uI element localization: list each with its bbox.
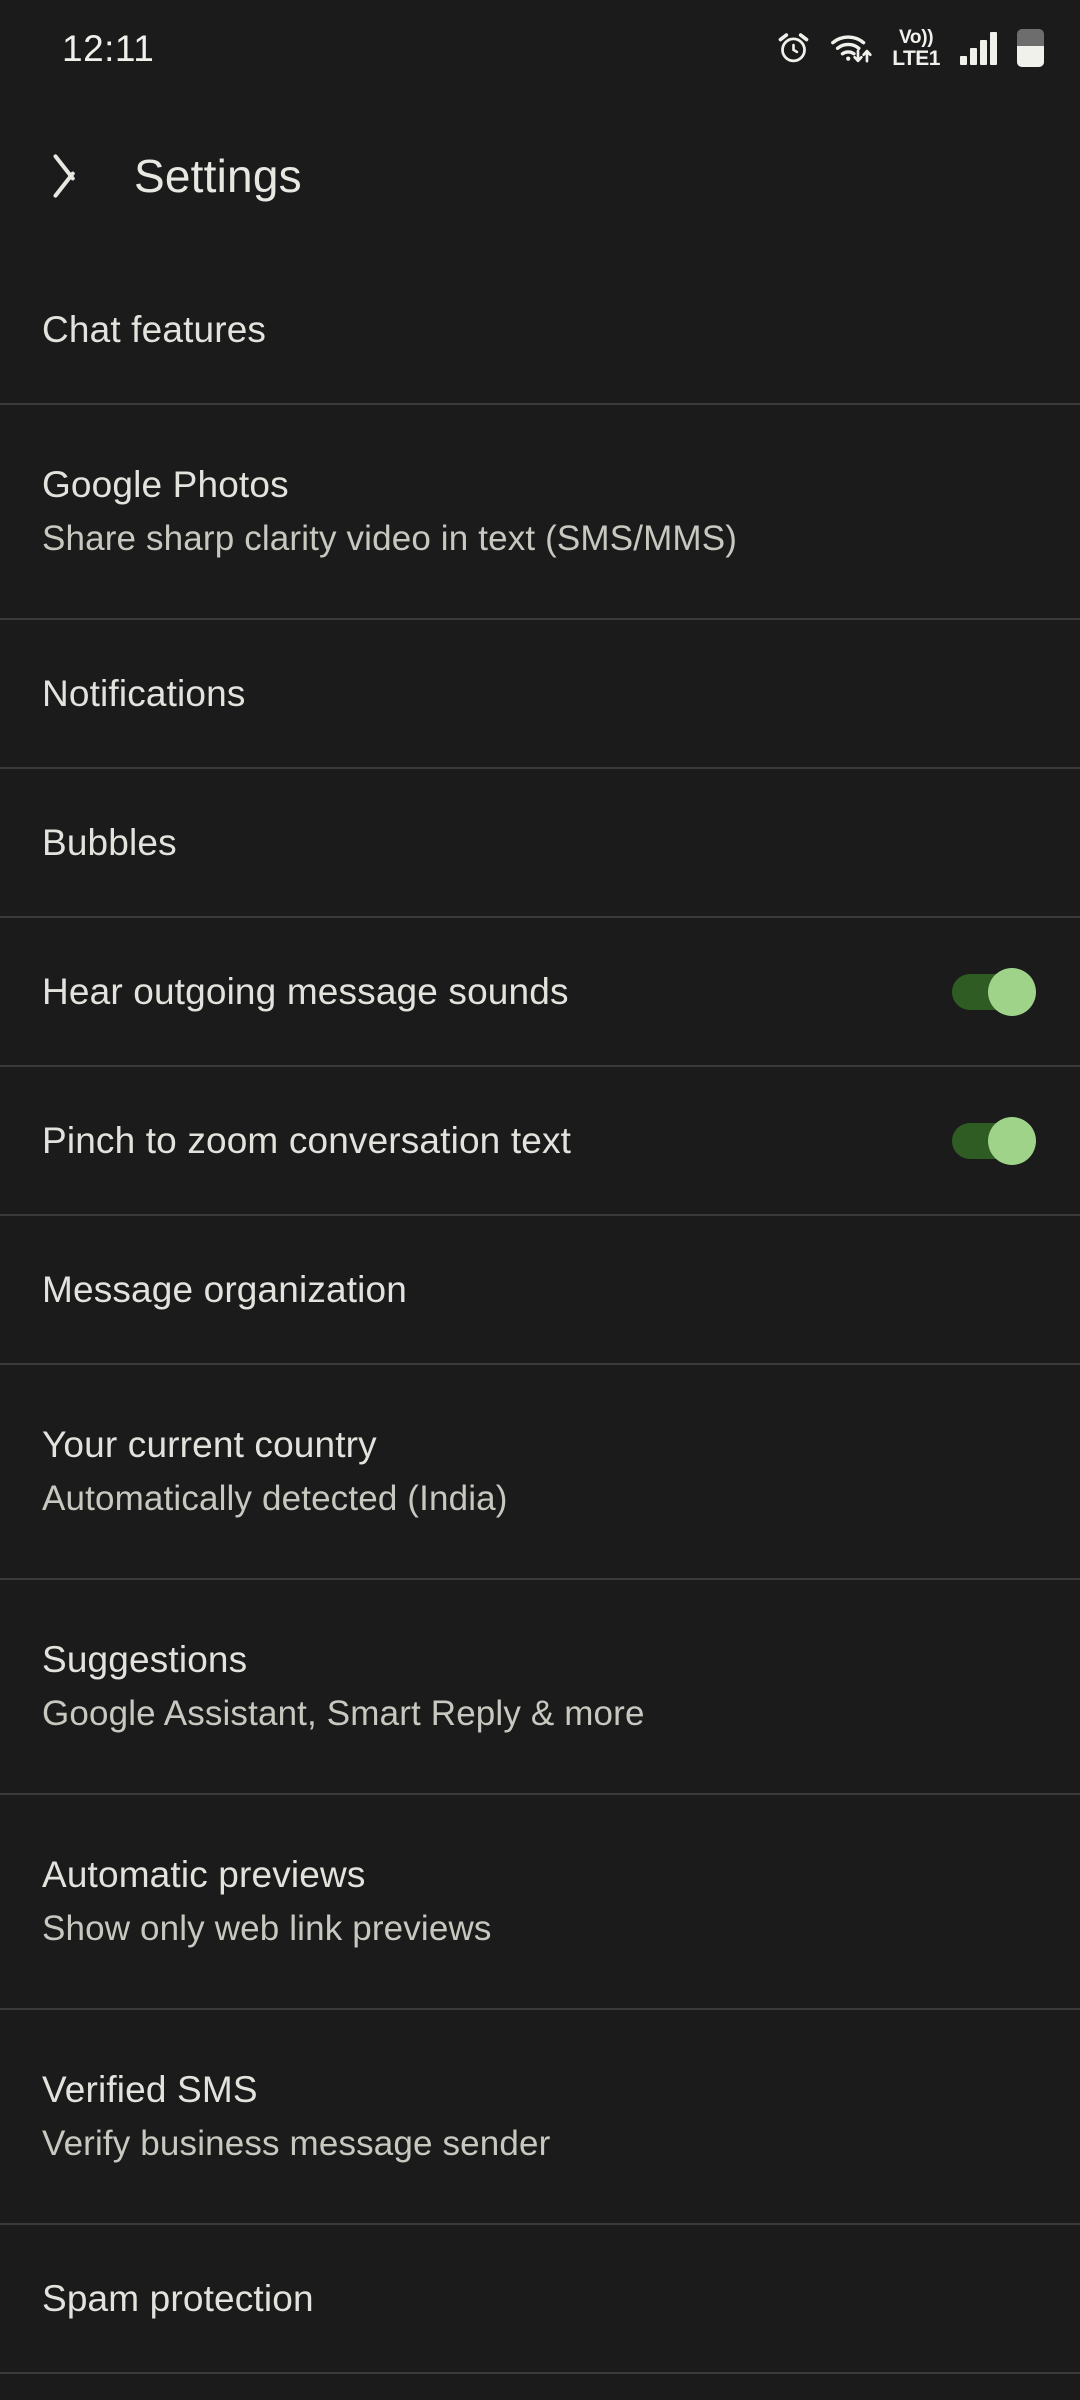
settings-row[interactable]: Hear outgoing message sounds bbox=[0, 918, 1080, 1065]
settings-row[interactable]: Bubbles bbox=[0, 769, 1080, 916]
settings-row-texts: Automatic previews Show only web link pre… bbox=[42, 1853, 492, 1950]
phone-screen: 12:11 Vo)) LTE1 Settings Chat features G… bbox=[0, 0, 1080, 2400]
settings-row[interactable]: Message organization bbox=[0, 1216, 1080, 1363]
volte-line2: LTE1 bbox=[892, 46, 940, 70]
settings-row-title: Google Photos bbox=[42, 464, 289, 506]
settings-row-texts: Google Photos Share sharp clarity video i… bbox=[42, 463, 737, 560]
settings-row-texts: Pinch to zoom conversation text bbox=[42, 1119, 571, 1163]
settings-row-title: Bubbles bbox=[42, 821, 177, 863]
settings-row-title: Spam protection bbox=[42, 2277, 314, 2319]
status-bar: 12:11 Vo)) LTE1 bbox=[0, 0, 1080, 96]
signal-icon bbox=[960, 31, 997, 65]
settings-row-texts: Message organization bbox=[42, 1268, 407, 1312]
settings-row-texts: Bubbles bbox=[42, 821, 177, 865]
settings-list: Chat features Google Photos Share sharp cl… bbox=[0, 256, 1080, 2374]
settings-row-subtitle: Show only web link previews bbox=[42, 1908, 492, 1948]
settings-row-subtitle: Verify business message sender bbox=[42, 2123, 551, 2163]
settings-row[interactable]: Verified SMS Verify business message send… bbox=[0, 2010, 1080, 2223]
settings-row-title: Verified SMS bbox=[42, 2069, 258, 2111]
toggle-thumb bbox=[988, 967, 1036, 1016]
status-clock: 12:11 bbox=[62, 27, 155, 69]
settings-row-texts: Notifications bbox=[42, 672, 245, 716]
settings-row-texts: Chat features bbox=[42, 308, 266, 352]
settings-row-title: Chat features bbox=[42, 308, 267, 350]
settings-row-title: Automatic previews bbox=[42, 1854, 366, 1896]
status-icon-group: Vo)) LTE1 bbox=[777, 28, 1044, 69]
chevron-left-icon bbox=[56, 148, 90, 204]
app-bar: Settings bbox=[0, 96, 1080, 256]
settings-row[interactable]: Automatic previews Show only web link pre… bbox=[0, 1795, 1080, 2008]
settings-row-title: Hear outgoing message sounds bbox=[42, 970, 569, 1012]
settings-row-texts: Suggestions Google Assistant, Smart Reply… bbox=[42, 1638, 645, 1735]
settings-row-title: Suggestions bbox=[42, 1639, 248, 1681]
settings-row[interactable]: Suggestions Google Assistant, Smart Reply… bbox=[0, 1580, 1080, 1793]
settings-row-texts: Your current country Automatically detect… bbox=[42, 1423, 508, 1520]
back-button[interactable] bbox=[18, 121, 128, 231]
settings-row[interactable]: Google Photos Share sharp clarity video i… bbox=[0, 405, 1080, 618]
battery-icon bbox=[1017, 29, 1044, 67]
settings-row-toggle[interactable] bbox=[952, 967, 1036, 1016]
settings-row[interactable]: Chat features bbox=[0, 256, 1080, 403]
settings-row[interactable]: Notifications bbox=[0, 620, 1080, 767]
settings-row[interactable]: Your current country Automatically detect… bbox=[0, 1365, 1080, 1578]
settings-row[interactable]: Pinch to zoom conversation text bbox=[0, 1067, 1080, 1214]
wifi-icon bbox=[830, 31, 872, 65]
settings-row-title: Notifications bbox=[42, 672, 246, 714]
settings-row-texts: Spam protection bbox=[42, 2277, 314, 2321]
alarm-icon bbox=[777, 32, 810, 65]
settings-row-subtitle: Automatically detected (India) bbox=[42, 1478, 508, 1518]
volte-line1: Vo)) bbox=[898, 26, 934, 48]
settings-row-title: Message organization bbox=[42, 1268, 407, 1310]
settings-row-subtitle: Share sharp clarity video in text (SMS/M… bbox=[42, 518, 737, 558]
list-divider bbox=[0, 2372, 1080, 2374]
settings-row-title: Your current country bbox=[42, 1424, 377, 1466]
toggle-thumb bbox=[988, 1116, 1036, 1165]
settings-row-toggle[interactable] bbox=[952, 1116, 1036, 1165]
settings-row-texts: Verified SMS Verify business message send… bbox=[42, 2068, 550, 2165]
settings-row[interactable]: Spam protection bbox=[0, 2225, 1080, 2372]
settings-row-texts: Hear outgoing message sounds bbox=[42, 970, 569, 1014]
settings-row-subtitle: Google Assistant, Smart Reply & more bbox=[42, 1693, 645, 1733]
page-title: Settings bbox=[134, 150, 302, 202]
settings-row-title: Pinch to zoom conversation text bbox=[42, 1119, 572, 1161]
volte-icon: Vo)) LTE1 bbox=[892, 28, 940, 69]
